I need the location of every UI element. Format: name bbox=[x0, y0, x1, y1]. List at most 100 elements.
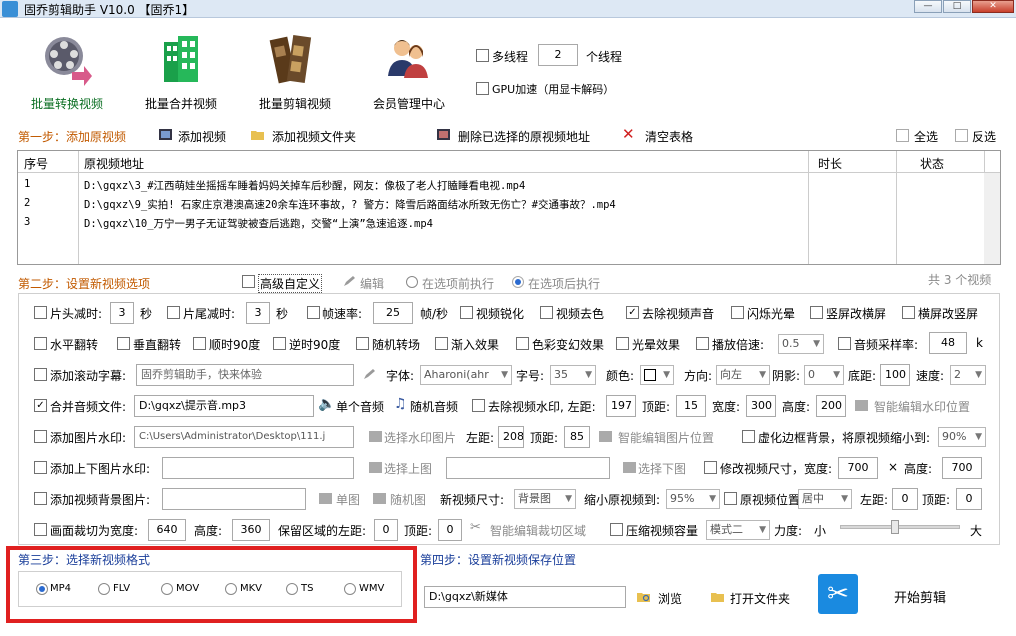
crop-height-input[interactable]: 360 bbox=[232, 519, 270, 541]
bg-img-input[interactable] bbox=[162, 488, 306, 510]
merge-audio-checkbox[interactable]: ✓ bbox=[34, 399, 47, 412]
color-select[interactable]: ▼ bbox=[640, 365, 674, 385]
resize-checkbox[interactable] bbox=[704, 461, 717, 474]
shadow-select[interactable]: 0 ▼ bbox=[804, 365, 844, 385]
wm-height-input[interactable]: 200 bbox=[816, 395, 846, 417]
invert-checkbox[interactable] bbox=[955, 129, 968, 142]
decolor-checkbox[interactable] bbox=[540, 306, 553, 319]
flash-checkbox[interactable] bbox=[731, 306, 744, 319]
fps-input[interactable]: 25 bbox=[373, 302, 413, 324]
random-img-button[interactable]: 随机图 bbox=[390, 491, 426, 508]
select-all-label[interactable]: 全选 bbox=[914, 128, 938, 145]
hflip-checkbox[interactable] bbox=[34, 337, 47, 350]
sample-rate-input[interactable]: 48 bbox=[929, 332, 967, 354]
col-index[interactable]: 序号 bbox=[24, 155, 48, 172]
delete-selected-button[interactable]: 删除已选择的原视频地址 bbox=[458, 128, 590, 145]
multithread-checkbox[interactable] bbox=[476, 49, 489, 62]
advanced-label[interactable]: 高级自定义 bbox=[258, 274, 323, 293]
clear-table-button[interactable]: 清空表格 bbox=[645, 128, 693, 145]
compress-checkbox[interactable] bbox=[610, 523, 623, 536]
slider-thumb[interactable] bbox=[891, 520, 899, 534]
crop-checkbox[interactable] bbox=[34, 523, 47, 536]
img-wm-path-input[interactable]: C:\Users\Administrator\Desktop\111.j bbox=[134, 426, 354, 448]
color-change-checkbox[interactable] bbox=[516, 337, 529, 350]
browse-button[interactable]: 浏览 bbox=[658, 590, 682, 607]
col-status[interactable]: 状态 bbox=[920, 155, 944, 172]
gpu-checkbox[interactable] bbox=[476, 82, 489, 95]
table-scrollbar[interactable] bbox=[984, 173, 1000, 264]
before-merge-radio[interactable] bbox=[406, 276, 418, 288]
random-audio-button[interactable]: 随机音频 bbox=[410, 398, 458, 415]
choose-wm-button[interactable]: 选择水印图片 bbox=[384, 429, 456, 446]
cw90-checkbox[interactable] bbox=[193, 337, 206, 350]
fps-checkbox[interactable] bbox=[307, 306, 320, 319]
bottom-img-input[interactable] bbox=[446, 457, 610, 479]
compress-mode-select[interactable]: 模式二 ▼ bbox=[706, 520, 770, 540]
add-folder-button[interactable]: 添加视频文件夹 bbox=[272, 128, 356, 145]
speed2-select[interactable]: 2 ▼ bbox=[950, 365, 986, 385]
thread-count-input[interactable]: 2 bbox=[538, 44, 578, 66]
batch-convert-button[interactable]: 批量转换视频 bbox=[22, 32, 112, 112]
batch-clip-button[interactable]: 批量剪辑视频 bbox=[250, 32, 340, 112]
tail-cut-input[interactable]: 3 bbox=[246, 302, 270, 324]
video-table[interactable]: 序号 原视频地址 时长 状态 1 D:\gqxz\3_#江西萌娃坐摇摇车睡着妈妈… bbox=[17, 150, 1001, 265]
pos-checkbox[interactable] bbox=[724, 492, 737, 505]
maximize-button[interactable]: □ bbox=[943, 0, 971, 13]
bg-img-checkbox[interactable] bbox=[34, 492, 47, 505]
audio-path-input[interactable]: D:\gqxz\提示音.mp3 bbox=[134, 395, 314, 417]
scroll-sub-checkbox[interactable] bbox=[34, 368, 47, 381]
member-center-button[interactable]: 会员管理中心 bbox=[364, 32, 454, 112]
choose-top-button[interactable]: 选择上图 bbox=[384, 460, 432, 477]
sample-rate-checkbox[interactable] bbox=[838, 337, 851, 350]
table-row[interactable]: 3 D:\gqxz\10_万宁一男子无证驾驶被查后逃跑，交警“上演”急速追逐.m… bbox=[18, 216, 1000, 235]
random-trans-checkbox[interactable] bbox=[356, 337, 369, 350]
new-size-select[interactable]: 背景图 ▼ bbox=[514, 489, 576, 509]
top-input[interactable]: 0 bbox=[956, 488, 982, 510]
table-row[interactable]: 1 D:\gqxz\3_#江西萌娃坐摇摇车睡着妈妈关掉车后秒醒，网友：像极了老人… bbox=[18, 178, 1000, 197]
img-left-input[interactable]: 208 bbox=[498, 426, 524, 448]
single-img-button[interactable]: 单图 bbox=[336, 491, 360, 508]
remove-wm-checkbox[interactable] bbox=[472, 399, 485, 412]
vflip-checkbox[interactable] bbox=[117, 337, 130, 350]
single-audio-button[interactable]: 单个音频 bbox=[336, 398, 384, 415]
v2h-checkbox[interactable] bbox=[810, 306, 823, 319]
scissors-icon[interactable]: ✂ bbox=[818, 574, 858, 614]
col-duration[interactable]: 时长 bbox=[818, 155, 842, 172]
choose-bottom-button[interactable]: 选择下图 bbox=[638, 460, 686, 477]
speed-select[interactable]: 0.5 ▼ bbox=[778, 334, 824, 354]
resize-width-input[interactable]: 700 bbox=[838, 457, 878, 479]
edit-button[interactable]: 编辑 bbox=[360, 275, 384, 292]
after-merge-label[interactable]: 在选项后执行 bbox=[528, 275, 600, 292]
resize-height-input[interactable]: 700 bbox=[942, 457, 982, 479]
wm-width-input[interactable]: 300 bbox=[746, 395, 776, 417]
halo-checkbox[interactable] bbox=[616, 337, 629, 350]
strength-slider[interactable] bbox=[840, 520, 960, 534]
crop-width-input[interactable]: 640 bbox=[148, 519, 186, 541]
minimize-button[interactable]: — bbox=[914, 0, 942, 13]
col-path[interactable]: 原视频地址 bbox=[84, 155, 144, 172]
add-video-button[interactable]: 添加视频 bbox=[178, 128, 226, 145]
advanced-checkbox[interactable] bbox=[242, 275, 255, 288]
batch-merge-button[interactable]: 批量合并视频 bbox=[136, 32, 226, 112]
bottom-input[interactable]: 100 bbox=[880, 364, 910, 386]
smart-wm-button[interactable]: 智能编辑水印位置 bbox=[874, 398, 970, 415]
img-wm-checkbox[interactable] bbox=[34, 430, 47, 443]
smart-img-button[interactable]: 智能编辑图片位置 bbox=[618, 429, 714, 446]
wm-left-input[interactable]: 197 bbox=[606, 395, 636, 417]
head-cut-checkbox[interactable] bbox=[34, 306, 47, 319]
wm-top-input[interactable]: 15 bbox=[676, 395, 706, 417]
top-img-input[interactable] bbox=[162, 457, 354, 479]
speed-checkbox[interactable] bbox=[696, 337, 709, 350]
scroll-sub-input[interactable]: 固乔剪辑助手，快来体验 bbox=[136, 364, 354, 386]
img-top-input[interactable]: 85 bbox=[564, 426, 590, 448]
tail-cut-checkbox[interactable] bbox=[167, 306, 180, 319]
sharpen-checkbox[interactable] bbox=[460, 306, 473, 319]
open-folder-button[interactable]: 打开文件夹 bbox=[730, 590, 790, 607]
font-select[interactable]: Aharoni(ahr ▼ bbox=[420, 365, 512, 385]
smart-crop-button[interactable]: 智能编辑裁切区域 bbox=[490, 522, 586, 539]
direction-select[interactable]: 向左 ▼ bbox=[716, 365, 770, 385]
start-button[interactable]: 开始剪辑 bbox=[894, 587, 946, 606]
table-row[interactable]: 2 D:\gqxz\9_实拍! 石家庄京港澳高速20余车连环事故，? 警方：降雪… bbox=[18, 197, 1000, 216]
blur-select[interactable]: 90% ▼ bbox=[938, 427, 986, 447]
keep-left-input[interactable]: 0 bbox=[374, 519, 398, 541]
